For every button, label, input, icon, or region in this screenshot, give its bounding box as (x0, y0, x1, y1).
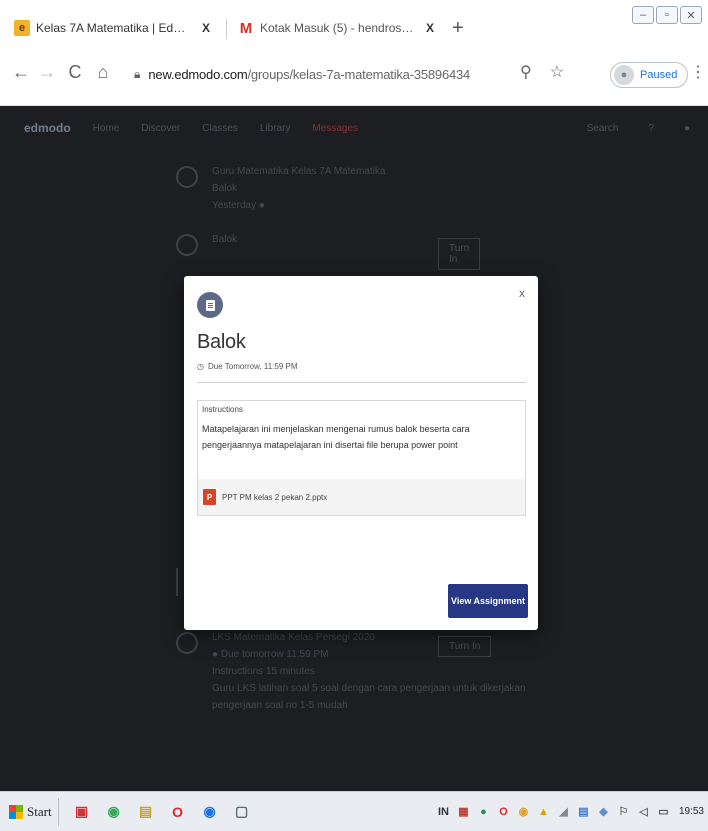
new-tab-button[interactable]: + (452, 17, 464, 40)
due-date: ◷ Due Tomorrow, 11:59 PM (197, 362, 298, 371)
user-avatar-icon: ● (683, 122, 690, 134)
feed-post: Balok Turn In (176, 234, 481, 270)
edmodo-icon: e (14, 20, 30, 36)
tab-edmodo[interactable]: e Kelas 7A Matematika | Edmodo X (6, 10, 222, 46)
nav-discover: Discover (141, 122, 181, 134)
turn-in-button: Turn In (438, 238, 481, 270)
profile-button[interactable]: ● Paused (610, 62, 689, 88)
close-tab-icon[interactable]: X (198, 21, 214, 35)
header-right: Search ? ● (587, 123, 708, 134)
divider (197, 382, 526, 383)
close-icon[interactable]: x (519, 286, 525, 300)
lock-icon[interactable]: 🔒︎ (134, 67, 140, 82)
instructions-label: Instructions (202, 405, 243, 414)
tray-doc-icon[interactable]: ▤ (576, 804, 591, 819)
post-avatar (176, 234, 198, 256)
tray-shield-icon[interactable]: ◆ (596, 804, 611, 819)
gmail-icon: M (239, 19, 253, 37)
menu-icon[interactable]: ⋮ (690, 62, 706, 82)
bookmark-star-icon[interactable]: ☆ (550, 62, 564, 82)
url-text: new.edmodo.com/groups/kelas-7a-matematik… (148, 67, 470, 82)
feed-post: LKS Matematika Kelas Persegi 2020 ● Due … (176, 632, 526, 717)
folder-icon[interactable]: ▤ (137, 803, 155, 821)
start-label: Start (27, 803, 52, 819)
powerpoint-icon: P (203, 489, 216, 505)
back-icon[interactable]: ← (10, 62, 32, 83)
edmodo-header: edmodo Home Discover Classes Library Mes… (0, 106, 708, 150)
post-line: Instructions 15 minutes (212, 666, 315, 677)
nav-library: Library (259, 122, 291, 134)
close-tab-icon[interactable]: X (422, 21, 438, 35)
start-button[interactable]: Start (3, 797, 59, 826)
assignment-title: Balok (197, 331, 246, 353)
tray-signal-icon[interactable]: ◢ (556, 804, 571, 819)
edmodo-logo: edmodo (24, 121, 71, 135)
help-icon: ? (648, 122, 654, 134)
feed-post: Guru Matematika Kelas 7A Matematika Balo… (176, 166, 385, 217)
page-viewport: edmodo Home Discover Classes Library Mes… (0, 106, 708, 791)
opera-icon[interactable]: O (169, 803, 187, 821)
attachment-name[interactable]: PPT PM kelas 2 pekan 2.pptx (222, 493, 327, 502)
restore-icon[interactable]: ▫ (656, 6, 678, 24)
windows-flag-icon (9, 804, 23, 819)
battery-icon[interactable]: ▭ (656, 804, 671, 819)
instructions-text: Matapelajaran ini menjelaskan mengenai r… (202, 424, 470, 450)
due-date-text: Due Tomorrow, 11:59 PM (207, 362, 298, 371)
clock-time[interactable]: 19:53 (679, 806, 704, 817)
close-window-icon[interactable]: ✕ (680, 6, 702, 24)
tab-title: Kelas 7A Matematika | Edmodo (36, 21, 192, 35)
reload-icon[interactable]: C (64, 62, 86, 83)
tray-green-icon[interactable]: ● (476, 804, 491, 819)
window-controls: – ▫ ✕ (632, 6, 702, 24)
nav-classes: Classes (202, 122, 238, 134)
post-line: Yesterday ● (212, 200, 265, 211)
tray-flag-icon[interactable]: ⚐ (616, 804, 631, 819)
view-assignment-button[interactable]: View Assignment (448, 584, 528, 618)
minimize-icon[interactable]: – (632, 6, 654, 24)
tray-app-icon[interactable]: ▦ (456, 804, 471, 819)
assignment-modal: x Balok ◷ Due Tomorrow, 11:59 PM Instruc… (184, 276, 538, 630)
tray-opera-icon[interactable]: O (496, 804, 511, 819)
clock-icon: ◷ (197, 362, 204, 371)
tab-title: Kotak Masuk (5) - hendrostudent (260, 21, 416, 35)
system-tray: IN ▦ ● O ◉ ▲ ◢ ▤ ◆ ⚐ ◁ ▭ 19:53 (436, 804, 708, 819)
avatar-icon: ● (614, 65, 634, 85)
post-line: Guru LKS latihan soal 5 soal dengan cara… (212, 683, 526, 694)
input-language-icon[interactable]: IN (436, 804, 451, 819)
post-line: Balok (212, 234, 238, 245)
assignment-icon (197, 292, 223, 318)
turn-in-button: Turn In (438, 636, 492, 657)
post-avatar (176, 632, 198, 654)
url-host: new.edmodo.com (148, 66, 248, 82)
browser-toolbar: ← → C ⌂ 🔒︎ new.edmodo.com/groups/kelas-7… (0, 46, 708, 106)
chrome-icon[interactable]: ◉ (105, 803, 123, 821)
taskbar-apps: ▣ ◉ ▤ O ◉ ▢ (73, 803, 251, 821)
search-icon[interactable]: ⚲ (520, 62, 532, 82)
url-path: /groups/kelas-7a-matematika-35896434 (247, 66, 471, 82)
post-line: Guru Matematika Kelas 7A Matematika (212, 166, 386, 177)
post-avatar (176, 166, 198, 188)
taskbar: Start ▣ ◉ ▤ O ◉ ▢ IN ▦ ● O ◉ ▲ ◢ ▤ ◆ ⚐ ◁ ▭ 19:53 (0, 791, 708, 831)
post-line: Balok (212, 183, 238, 194)
profile-status: Paused (640, 69, 678, 81)
chrome-active-icon[interactable]: ◉ (201, 803, 219, 821)
volume-icon[interactable]: ◁ (636, 804, 651, 819)
tab-separator (226, 19, 227, 39)
post-line: pengerjaan soal no 1-5 mudah (212, 700, 348, 711)
header-search: Search (586, 122, 619, 134)
window-icon[interactable]: ▢ (233, 803, 251, 821)
tray-icons: IN ▦ ● O ◉ ▲ ◢ ▤ ◆ ⚐ ◁ ▭ (436, 804, 671, 819)
file-icon[interactable]: ▣ (73, 803, 91, 821)
forward-icon[interactable]: → (36, 62, 58, 83)
nav-home: Home (92, 122, 120, 134)
instructions-box: Instructions Matapelajaran ini menjelask… (197, 400, 526, 516)
tab-gmail[interactable]: M Kotak Masuk (5) - hendrostudent X (230, 10, 446, 46)
nav-messages: Messages (312, 122, 358, 134)
attachment-item[interactable]: P PPT PM kelas 2 pekan 2.pptx (198, 479, 525, 515)
omnibox-actions: ⚲ ☆ (520, 62, 564, 82)
tab-strip: e Kelas 7A Matematika | Edmodo X M Kotak… (0, 0, 708, 46)
home-icon[interactable]: ⌂ (92, 62, 114, 83)
tray-drive-icon[interactable]: ▲ (536, 804, 551, 819)
tray-chrome-icon[interactable]: ◉ (516, 804, 531, 819)
